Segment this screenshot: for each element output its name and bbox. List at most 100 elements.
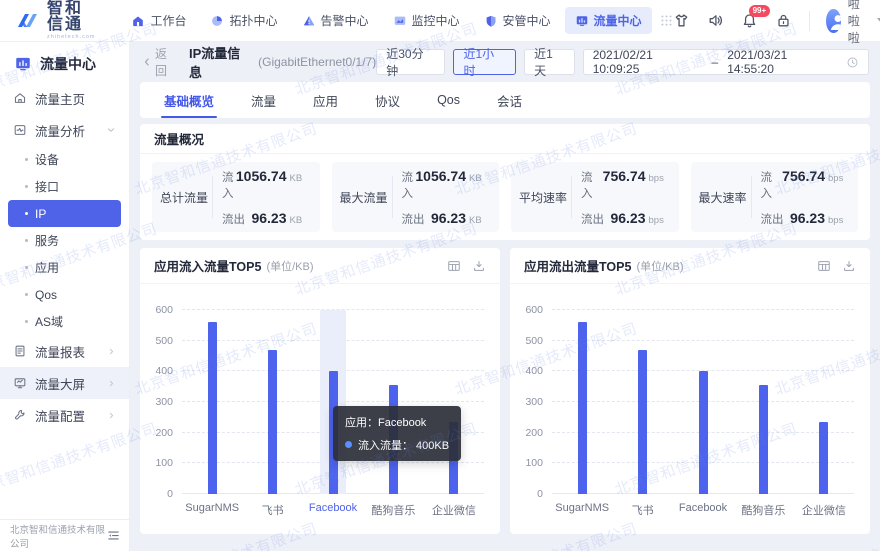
bar-slot[interactable] — [552, 310, 612, 494]
bullet-dot — [25, 158, 28, 161]
bar-飞书[interactable] — [268, 349, 278, 494]
download-icon[interactable] — [472, 259, 486, 273]
time-button-30min[interactable]: 近30分钟 — [376, 47, 446, 78]
y-tick-label: 100 — [155, 457, 173, 470]
bullet-dot — [25, 185, 28, 188]
content: 基础概览 流量 应用 协议 Qos 会话 流量概况 总计流量 流入 1056.74… — [130, 82, 880, 534]
sidebar-item-traffic-report[interactable]: 流量报表 — [0, 335, 129, 367]
x-axis-label[interactable]: 飞书 — [242, 494, 302, 524]
y-tick-label: 300 — [525, 396, 543, 408]
tab-traffic[interactable]: 流量 — [251, 82, 276, 118]
overview-title: 流量概况 — [140, 124, 870, 154]
x-axis-label[interactable]: SugarNMS — [552, 494, 612, 524]
workbench-home-icon — [131, 14, 145, 28]
y-tick-label: 400 — [525, 365, 543, 378]
theme-shirt-icon[interactable] — [673, 12, 690, 29]
y-axis: 0 100 200 300 400 500 600 — [148, 304, 182, 500]
sidebar-item-label: 服务 — [35, 234, 60, 248]
x-axis-label[interactable]: Facebook — [673, 494, 733, 524]
stat-value: 96.23 — [430, 209, 466, 226]
sidebar-item-device[interactable]: 设备 — [8, 146, 121, 173]
table-view-icon[interactable] — [817, 259, 831, 273]
bar-slot[interactable] — [303, 310, 363, 494]
nav-item-traffic-center[interactable]: 流量中心 — [564, 7, 652, 34]
x-axis-label[interactable]: 企业微信 — [794, 494, 854, 524]
x-axis-label[interactable]: SugarNMS — [182, 494, 242, 524]
x-axis-label[interactable]: 飞书 — [612, 494, 672, 524]
bar-SugarNMS[interactable] — [577, 322, 587, 494]
bar-slot[interactable] — [612, 310, 672, 494]
bar-slot[interactable] — [794, 310, 854, 494]
sidebar-item-traffic-home[interactable]: 流量主页 — [0, 82, 129, 114]
back-label: 返回 — [155, 47, 168, 78]
bar-Facebook[interactable] — [698, 371, 708, 494]
series-dot-icon — [345, 441, 352, 449]
sidebar-item-as-domain[interactable]: AS域 — [8, 308, 121, 335]
x-axis-label[interactable]: 酷狗音乐 — [363, 494, 423, 524]
sidebar-group-traffic-analysis[interactable]: 流量分析 — [0, 114, 129, 146]
nav-item-monitor-center[interactable]: 监控中心 — [383, 7, 470, 34]
x-axis-label[interactable]: Facebook — [303, 494, 363, 524]
wrench-icon — [13, 408, 27, 422]
y-tick-label: 100 — [525, 457, 543, 470]
bar-slot[interactable] — [673, 310, 733, 494]
nav-item-topology-center[interactable]: 拓扑中心 — [200, 7, 287, 34]
stat-unit: bps — [648, 214, 664, 226]
lock-icon[interactable] — [775, 12, 792, 29]
sound-icon[interactable] — [707, 12, 724, 29]
sidebar-item-ip[interactable]: IP — [8, 200, 121, 227]
bar-slot[interactable] — [182, 310, 242, 494]
table-view-icon[interactable] — [447, 259, 461, 273]
stat-label: 平均速率 — [518, 190, 567, 205]
tab-basic-overview[interactable]: 基础概览 — [160, 82, 218, 118]
bar-slot[interactable] — [733, 310, 793, 494]
nav-item-security-center[interactable]: 安管中心 — [474, 7, 561, 34]
notification-bell-icon[interactable]: 99+ — [741, 5, 771, 29]
tab-qos[interactable]: Qos — [437, 82, 460, 118]
stat-key: 流出 — [760, 213, 784, 226]
stat-label: 最大速率 — [698, 190, 747, 205]
avatar — [826, 8, 841, 33]
user-menu[interactable]: 啦啦啦 — [826, 0, 880, 46]
sidebar-item-service[interactable]: 服务 — [8, 227, 121, 254]
sidebar-item-traffic-bigscreen[interactable]: 流量大屏 — [0, 367, 129, 399]
sidebar-header: 流量中心 — [0, 46, 129, 82]
stat-label: 最大流量 — [339, 190, 388, 205]
x-axis-label[interactable]: 酷狗音乐 — [733, 494, 793, 524]
sidebar-item-qos[interactable]: Qos — [8, 281, 121, 308]
time-button-1day[interactable]: 近1天 — [524, 47, 575, 78]
nav-item-alarm-center[interactable]: 告警中心 — [292, 7, 379, 34]
back-button[interactable]: 返回 — [141, 45, 179, 79]
bar-SugarNMS[interactable] — [207, 322, 217, 494]
bullet-dot — [25, 266, 28, 269]
y-tick-label: 600 — [155, 304, 173, 316]
tab-protocol[interactable]: 协议 — [375, 82, 400, 118]
monitor-icon — [393, 14, 407, 28]
x-axis-label[interactable]: 企业微信 — [424, 494, 484, 524]
sidebar-item-interface[interactable]: 接口 — [8, 173, 121, 200]
bar-slot[interactable] — [424, 310, 484, 494]
sidebar-item-label: AS域 — [35, 315, 64, 329]
tab-session[interactable]: 会话 — [497, 82, 522, 118]
stat-value: 756.74 — [602, 167, 646, 184]
bar-飞书[interactable] — [638, 349, 648, 494]
stat-card-avg-rate: 平均速率 流入 756.74 bps 流出 96.23 bps — [511, 162, 679, 232]
apps-grid-icon[interactable] — [660, 14, 673, 27]
stat-key: 流入 — [222, 171, 234, 200]
bar-企业微信[interactable] — [819, 421, 829, 494]
nav-item-workbench[interactable]: 工作台 — [121, 7, 196, 34]
download-icon[interactable] — [842, 259, 856, 273]
sidebar-item-application[interactable]: 应用 — [8, 254, 121, 281]
stat-value: 96.23 — [251, 209, 287, 226]
tab-application[interactable]: 应用 — [313, 82, 338, 118]
sidebar-item-traffic-config[interactable]: 流量配置 — [0, 399, 129, 431]
bar-slot[interactable] — [363, 310, 423, 494]
time-button-1hour[interactable]: 近1小时 — [453, 47, 517, 78]
collapse-sidebar-icon[interactable] — [106, 528, 121, 543]
bullet-dot — [25, 320, 28, 323]
date-range-picker[interactable]: 2021/02/21 10:09:25 – 2021/03/21 14:55:2… — [582, 48, 869, 76]
date-separator: – — [711, 55, 719, 69]
bar-slot[interactable] — [242, 310, 302, 494]
stat-unit: KB — [289, 172, 303, 184]
bar-酷狗音乐[interactable] — [758, 385, 768, 494]
